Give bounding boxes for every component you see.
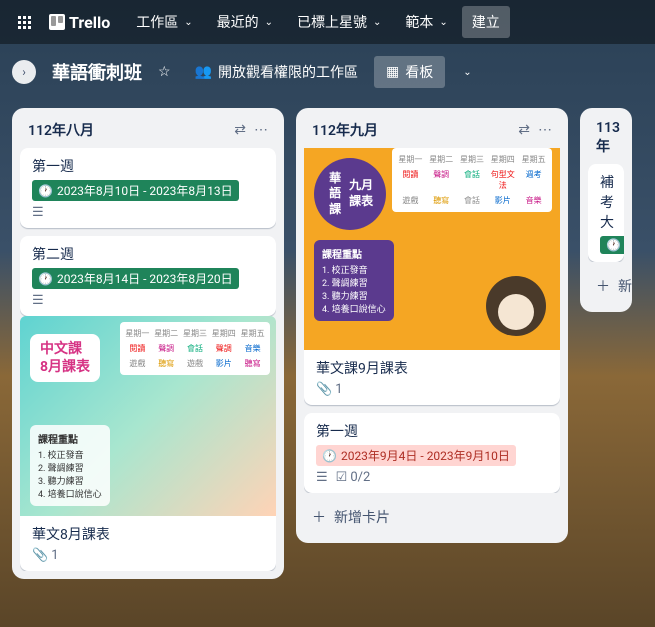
nav-templates[interactable]: 範本⌄ bbox=[395, 6, 457, 38]
card-title: 第一週 bbox=[32, 156, 264, 176]
attachment-badge: 📎 1 bbox=[32, 548, 59, 563]
clock-icon: 🕐 bbox=[38, 184, 53, 198]
card-cover: 中文課8月課表 星期一星期二星期三星期四星期五 閱讀聲調會話聲調音樂 遊戲聽寫遊… bbox=[20, 316, 276, 516]
date-badge: 🕐2023年8月14日 - 2023年8月20日 bbox=[32, 268, 239, 289]
board-canvas[interactable]: 112年八月 ⇄ ⋯ 第一週 🕐2023年8月10日 - 2023年8月13日 … bbox=[0, 100, 655, 627]
cover-heading: 中文課8月課表 bbox=[30, 334, 100, 382]
date-badge: 🕐2023年9月4日 - 2023年9月10日 bbox=[316, 445, 516, 466]
hedgehog-illustration bbox=[486, 276, 546, 336]
card-title: 第二週 bbox=[32, 244, 264, 264]
list-title[interactable]: 113年 bbox=[596, 120, 620, 156]
clock-icon: 🕐 bbox=[38, 272, 53, 286]
plus-icon: ＋ bbox=[312, 507, 326, 527]
chevron-down-icon: ⌄ bbox=[184, 17, 192, 28]
star-icon: ☆ bbox=[158, 64, 171, 80]
list-menu-icon[interactable]: ⋯ bbox=[254, 122, 268, 138]
list: 112年九月 ⇄ ⋯ 華語課九月課表 星期一星期二星期三星期四星期五 閱讀聲調會話… bbox=[296, 108, 568, 543]
card[interactable]: 華語課九月課表 星期一星期二星期三星期四星期五 閱讀聲調會話句型文法週考 遊戲聽… bbox=[304, 148, 560, 405]
visibility-label: 開放觀看權限的工作區 bbox=[218, 62, 358, 82]
nav-recent[interactable]: 最近的⌄ bbox=[207, 6, 283, 38]
card-title: 第一週 bbox=[316, 421, 548, 441]
description-icon: ☰ bbox=[32, 293, 44, 308]
card[interactable]: 第二週 🕐2023年8月14日 - 2023年8月20日 ☰ bbox=[20, 236, 276, 316]
board-header: › 華語衝刺班 ☆ 👥 開放觀看權限的工作區 ▦ 看板 ⌄ bbox=[0, 44, 655, 100]
list: 112年八月 ⇄ ⋯ 第一週 🕐2023年8月10日 - 2023年8月13日 … bbox=[12, 108, 284, 579]
cards-container: 第一週 🕐2023年8月10日 - 2023年8月13日 ☰ 第二週 🕐2023… bbox=[20, 148, 276, 571]
chevron-down-icon: ⌄ bbox=[463, 67, 471, 78]
date-badge: 🕐2023年8月10日 - 2023年8月13日 bbox=[32, 180, 239, 201]
apps-switcher[interactable] bbox=[8, 10, 41, 35]
people-icon: 👥 bbox=[195, 64, 212, 80]
star-board-button[interactable]: ☆ bbox=[150, 58, 179, 86]
add-card-button[interactable]: ＋新增卡片 bbox=[304, 499, 560, 535]
visibility-button[interactable]: 👥 開放觀看權限的工作區 bbox=[187, 56, 366, 88]
cover-schedule: 星期一星期二星期三星期四星期五 閱讀聲調會話句型文法週考 遊戲聽寫會話影片音樂 bbox=[392, 148, 552, 212]
description-icon: ☰ bbox=[32, 205, 44, 220]
attachment-badge: 📎 1 bbox=[316, 382, 343, 397]
list-title[interactable]: 112年八月 bbox=[28, 120, 94, 140]
card[interactable]: 中文課8月課表 星期一星期二星期三星期四星期五 閱讀聲調會話聲調音樂 遊戲聽寫遊… bbox=[20, 324, 276, 571]
checklist-badge: ☑ 0/2 bbox=[336, 470, 371, 485]
chevron-down-icon: ⌄ bbox=[373, 17, 381, 28]
cover-points: 課程重點 1. 校正發音 2. 聲調練習 3. 聽力練習 4. 培養口說信心 bbox=[314, 240, 394, 321]
description-icon: ☰ bbox=[316, 470, 328, 485]
list-actions: ⇄ ⋯ bbox=[234, 122, 268, 138]
card[interactable]: 第一週 🕐2023年9月4日 - 2023年9月10日 ☰ ☑ 0/2 bbox=[304, 413, 560, 493]
nav-create[interactable]: 建立 bbox=[462, 6, 510, 38]
list-header: 112年九月 ⇄ ⋯ bbox=[304, 116, 560, 148]
list: 113年 補考大 🕐20 ＋新 bbox=[580, 108, 632, 312]
card[interactable]: 第一週 🕐2023年8月10日 - 2023年8月13日 ☰ bbox=[20, 148, 276, 228]
card-title: 華文8月課表 bbox=[32, 524, 264, 544]
trello-logo[interactable]: Trello bbox=[49, 13, 110, 32]
clock-icon: 🕐 bbox=[606, 238, 621, 252]
trello-icon bbox=[49, 14, 65, 30]
board-icon: ▦ bbox=[386, 64, 399, 80]
cover-schedule: 星期一星期二星期三星期四星期五 閱讀聲調會話聲調音樂 遊戲聽寫遊戲影片聽寫 bbox=[120, 322, 270, 375]
apps-icon bbox=[18, 16, 31, 29]
list-header: 112年八月 ⇄ ⋯ bbox=[20, 116, 276, 148]
card-title: 補考大 bbox=[600, 172, 612, 232]
nav-starred[interactable]: 已標上星號⌄ bbox=[287, 6, 391, 38]
collapse-icon[interactable]: ⇄ bbox=[518, 122, 530, 138]
card-cover: 華語課九月課表 星期一星期二星期三星期四星期五 閱讀聲調會話句型文法週考 遊戲聽… bbox=[304, 148, 560, 350]
list-menu-icon[interactable]: ⋯ bbox=[538, 122, 552, 138]
plus-icon: ＋ bbox=[596, 276, 610, 296]
card-title: 華文課9月課表 bbox=[316, 358, 548, 378]
collapse-icon[interactable]: ⇄ bbox=[234, 122, 246, 138]
cards-container: 華語課九月課表 星期一星期二星期三星期四星期五 閱讀聲調會話句型文法週考 遊戲聽… bbox=[304, 148, 560, 493]
date-badge: 🕐20 bbox=[600, 236, 624, 254]
nav-workspaces[interactable]: 工作區⌄ bbox=[126, 6, 202, 38]
expand-sidebar-button[interactable]: › bbox=[12, 60, 36, 84]
view-switcher[interactable]: ▦ 看板 bbox=[374, 56, 445, 88]
view-label: 看板 bbox=[405, 62, 433, 82]
chevron-down-icon: ⌄ bbox=[265, 17, 273, 28]
badge-row: 🕐2023年8月10日 - 2023年8月13日 bbox=[32, 180, 264, 201]
chevron-down-icon: ⌄ bbox=[439, 17, 447, 28]
add-card-button[interactable]: ＋新 bbox=[588, 268, 624, 304]
board-name[interactable]: 華語衝刺班 bbox=[52, 59, 142, 85]
brand-text: Trello bbox=[69, 13, 110, 32]
view-dropdown[interactable]: ⌄ bbox=[453, 61, 479, 84]
clock-icon: 🕐 bbox=[322, 449, 337, 463]
cover-points: 課程重點 1. 校正發音 2. 聲調練習 3. 聽力練習 4. 培養口說信心 bbox=[30, 425, 110, 506]
top-nav: Trello 工作區⌄ 最近的⌄ 已標上星號⌄ 範本⌄ 建立 bbox=[0, 0, 655, 44]
list-title[interactable]: 112年九月 bbox=[312, 120, 378, 140]
card[interactable]: 補考大 🕐20 bbox=[588, 164, 624, 262]
cover-heading: 華語課九月課表 bbox=[314, 158, 386, 230]
